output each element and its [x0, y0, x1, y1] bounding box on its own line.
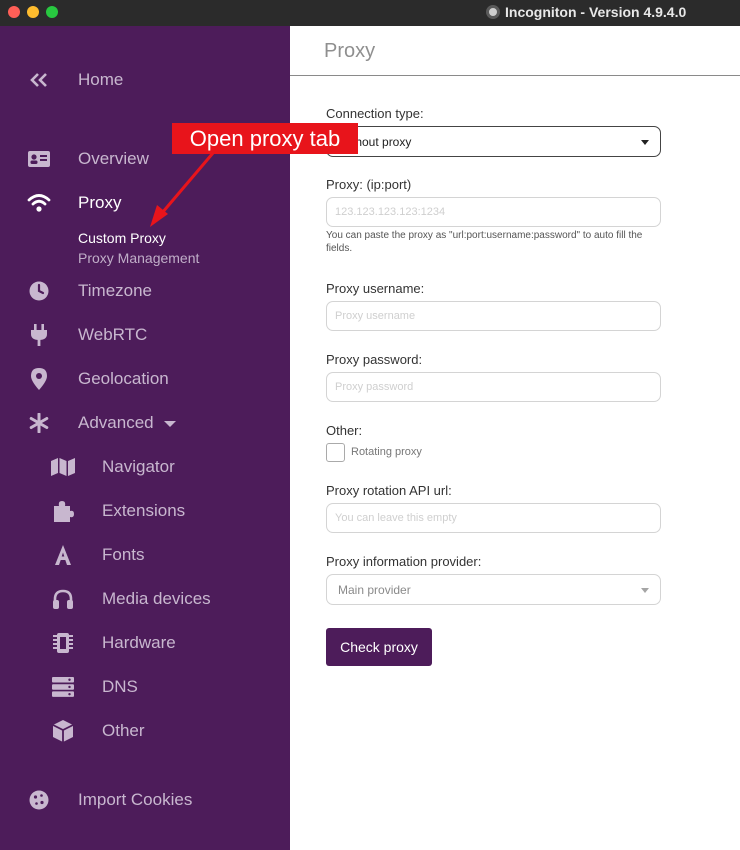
proxy-password-label: Proxy password: — [326, 352, 423, 367]
caret-down-icon — [163, 420, 176, 427]
cookie-icon — [26, 788, 52, 812]
page-header: Proxy — [290, 26, 740, 76]
sidebar-item-label: Extensions — [102, 501, 186, 520]
sidebar-item-label: Import Cookies — [78, 790, 193, 809]
sidebar-item-fonts[interactable]: Fonts — [0, 540, 290, 570]
clock-icon — [26, 279, 52, 303]
double-chevron-left-icon — [26, 68, 52, 92]
sidebar-item-import-cookies[interactable]: Import Cookies — [0, 785, 290, 815]
sidebar-item-label: Fonts — [102, 545, 145, 564]
app-logo-icon — [486, 5, 500, 19]
sidebar-item-other[interactable]: Other — [0, 716, 290, 746]
window-title: Incogniton - Version 4.9.4.0 — [505, 4, 687, 20]
sidebar-item-label: Home — [78, 70, 124, 89]
sidebar-item-dns[interactable]: DNS — [0, 672, 290, 702]
proxy-username-label: Proxy username: — [326, 281, 425, 296]
proxy-username-input[interactable] — [327, 302, 660, 330]
sidebar-item-label: Hardware — [102, 633, 176, 652]
sidebar-item-label: Timezone — [78, 281, 153, 300]
check-proxy-button[interactable]: Check proxy — [326, 628, 432, 666]
proxy-address-label: Proxy: (ip:port) — [326, 177, 412, 192]
sidebar-item-extensions[interactable]: Extensions — [0, 496, 290, 526]
sidebar-item-advanced[interactable]: Advanced — [0, 408, 290, 438]
headphones-icon — [50, 587, 76, 611]
sidebar-item-label: Other — [102, 721, 145, 740]
info-provider-value: Main provider — [338, 583, 411, 597]
server-icon — [50, 675, 76, 699]
font-letter-icon — [50, 543, 76, 567]
sidebar-item-home[interactable]: Home — [0, 65, 290, 95]
map-icon — [50, 455, 76, 479]
proxy-password-input[interactable] — [327, 373, 660, 401]
close-window-button[interactable] — [8, 6, 20, 18]
sidebar-item-media-devices[interactable]: Media devices — [0, 584, 290, 614]
microchip-icon — [50, 631, 76, 655]
sidebar-subitem-proxy-management[interactable]: Proxy Management — [78, 250, 199, 266]
sidebar-item-label: Advanced — [78, 413, 176, 433]
wifi-icon — [26, 191, 52, 215]
rotating-proxy-label[interactable]: Rotating proxy — [351, 446, 422, 458]
info-provider-label: Proxy information provider: — [326, 554, 482, 569]
sidebar-item-timezone[interactable]: Timezone — [0, 276, 290, 306]
sidebar-item-label: Geolocation — [78, 369, 169, 388]
proxy-username-field[interactable] — [326, 301, 661, 331]
title-bar: Incogniton - Version 4.9.4.0 — [0, 0, 740, 26]
sidebar-item-hardware[interactable]: Hardware — [0, 628, 290, 658]
sidebar-item-proxy[interactable]: Proxy — [0, 188, 290, 218]
dropdown-arrow-icon — [641, 140, 649, 145]
proxy-password-field[interactable] — [326, 372, 661, 402]
plug-icon — [26, 323, 52, 347]
other-label: Other: — [326, 423, 363, 438]
rotation-api-label: Proxy rotation API url: — [326, 483, 452, 498]
connection-type-select[interactable]: Without proxy — [326, 126, 661, 157]
sidebar-item-label: Overview — [78, 149, 149, 168]
sidebar-item-label: Proxy — [78, 193, 122, 212]
minimize-window-button[interactable] — [27, 6, 39, 18]
sidebar-item-navigator[interactable]: Navigator — [0, 452, 290, 482]
rotation-api-input[interactable] — [327, 504, 660, 532]
puzzle-piece-icon — [50, 499, 76, 523]
id-card-icon — [26, 147, 52, 171]
sidebar-subitem-custom-proxy[interactable]: Custom Proxy — [78, 230, 166, 246]
proxy-paste-hint: You can paste the proxy as "url:port:use… — [326, 230, 643, 254]
dropdown-arrow-icon — [641, 588, 649, 593]
rotation-api-field[interactable] — [326, 503, 661, 533]
rotating-proxy-checkbox[interactable] — [326, 443, 345, 462]
sidebar-item-label: DNS — [102, 677, 138, 696]
proxy-address-field[interactable] — [326, 197, 661, 227]
sidebar-item-geolocation[interactable]: Geolocation — [0, 364, 290, 394]
info-provider-select[interactable]: Main provider — [326, 574, 661, 605]
sidebar-item-label: Media devices — [102, 589, 211, 608]
proxy-address-input[interactable] — [327, 198, 660, 226]
asterisk-icon — [26, 411, 52, 435]
sidebar-item-webrtc[interactable]: WebRTC — [0, 320, 290, 350]
sidebar-item-label: Navigator — [102, 457, 175, 476]
sidebar-item-label: WebRTC — [78, 325, 148, 344]
maximize-window-button[interactable] — [46, 6, 58, 18]
annotation-callout: Open proxy tab — [172, 123, 358, 154]
cube-icon — [50, 719, 76, 743]
page-title: Proxy — [324, 40, 376, 62]
map-marker-icon — [26, 367, 52, 391]
advanced-label-text: Advanced — [78, 413, 154, 432]
connection-type-label: Connection type: — [326, 106, 424, 121]
